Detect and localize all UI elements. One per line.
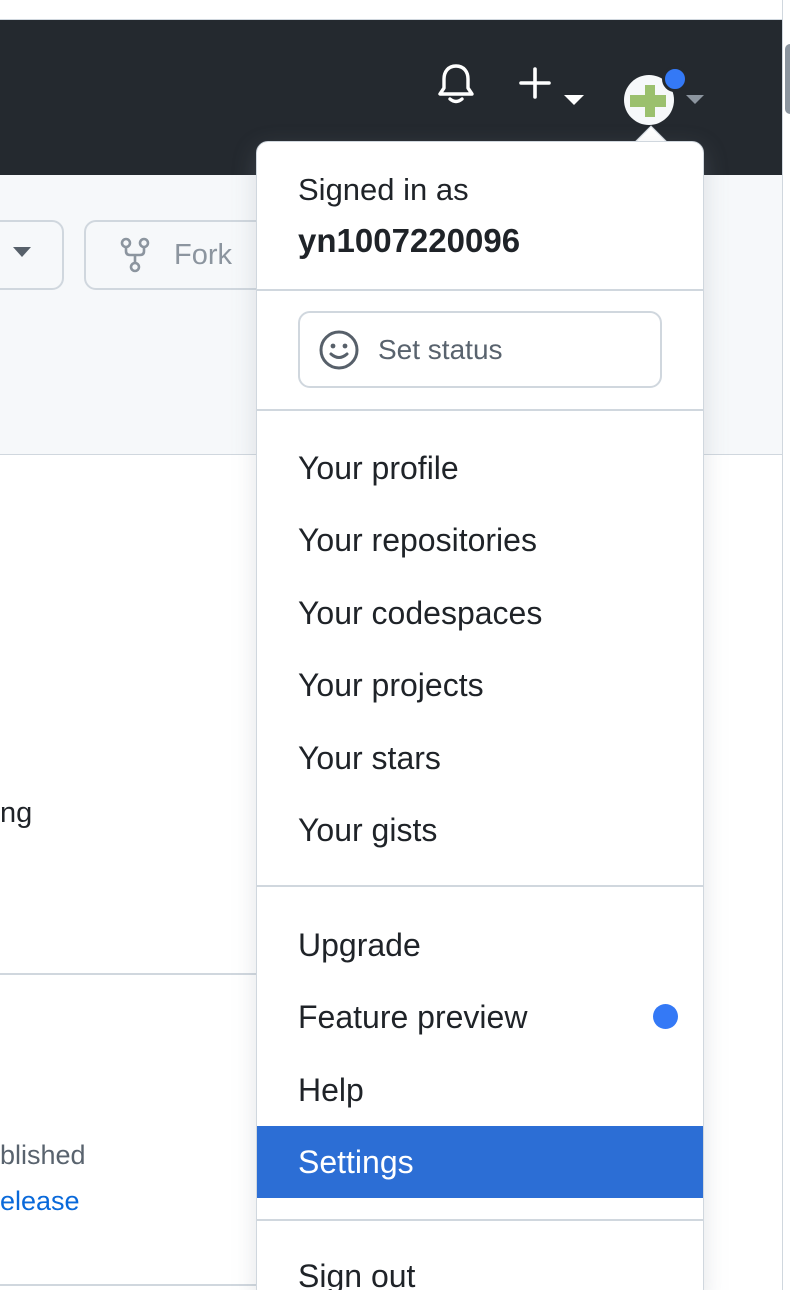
menu-divider: [257, 289, 703, 291]
chevron-down-icon: [13, 247, 31, 257]
menu-item-feature-preview-label: Feature preview: [298, 998, 528, 1035]
menu-item-sign-out[interactable]: Sign out: [257, 1240, 703, 1290]
notifications-button[interactable]: [430, 58, 482, 110]
new-feature-dot: [653, 1004, 678, 1029]
menu-divider: [257, 885, 703, 887]
divider: [0, 1284, 260, 1286]
menu-item-help[interactable]: Help: [257, 1054, 703, 1126]
menu-divider: [257, 409, 703, 411]
menu-item-your-gists[interactable]: Your gists: [257, 794, 703, 866]
create-new-caret[interactable]: [560, 86, 588, 114]
menu-item-your-profile[interactable]: Your profile: [257, 432, 703, 504]
create-new-button[interactable]: [515, 60, 555, 106]
background-text-fragment: blished: [0, 1140, 86, 1170]
fork-label: Fork: [174, 238, 232, 271]
menu-item-your-projects[interactable]: Your projects: [257, 649, 703, 721]
username: yn1007220096: [298, 222, 521, 259]
signed-in-label: Signed in as: [298, 172, 469, 207]
set-status-label: Set status: [378, 333, 503, 365]
menu-item-your-stars[interactable]: Your stars: [257, 722, 703, 794]
background-text-fragment: ng: [0, 797, 33, 829]
divider: [0, 973, 260, 975]
browser-top-strip: [0, 0, 782, 20]
fork-button[interactable]: Fork: [84, 220, 274, 290]
menu-item-feature-preview[interactable]: Feature preview: [257, 981, 703, 1053]
menu-item-settings[interactable]: Settings: [257, 1126, 703, 1198]
scrollbar-thumb[interactable]: [785, 44, 790, 114]
avatar-image-part: [630, 95, 666, 107]
smiley-icon: [319, 330, 359, 369]
chevron-down-icon: [564, 95, 584, 105]
release-link[interactable]: elease: [0, 1186, 80, 1217]
plus-icon: [519, 67, 551, 99]
menu-item-your-codespaces[interactable]: Your codespaces: [257, 577, 703, 649]
window-scrollbar[interactable]: [782, 0, 790, 1290]
user-menu-caret[interactable]: [682, 86, 708, 112]
bell-icon: [438, 64, 474, 104]
repo-action-dropdown[interactable]: [0, 220, 64, 290]
menu-item-your-repositories[interactable]: Your repositories: [257, 504, 703, 576]
user-dropdown-menu: Signed in as yn1007220096 Set status You…: [256, 141, 704, 1290]
chevron-down-icon: [686, 94, 704, 104]
menu-item-upgrade[interactable]: Upgrade: [257, 909, 703, 981]
set-status-button[interactable]: Set status: [298, 311, 662, 388]
menu-divider: [257, 1219, 703, 1221]
repo-forked-icon: [120, 237, 150, 273]
